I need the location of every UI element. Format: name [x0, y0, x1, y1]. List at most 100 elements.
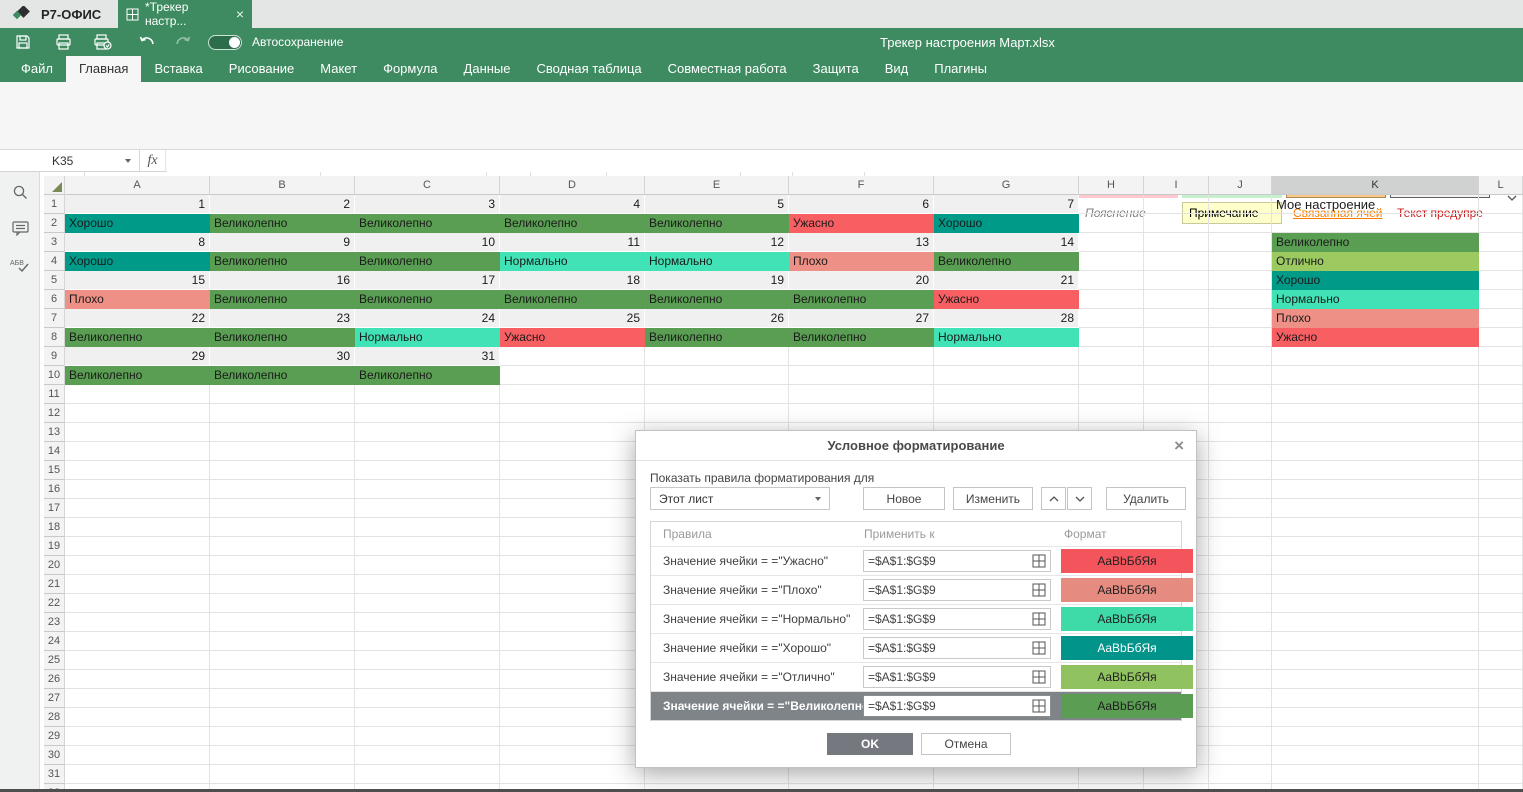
cell-F9[interactable] — [789, 347, 934, 366]
cell-B16[interactable] — [210, 480, 355, 499]
row-header-19[interactable]: 19 — [44, 537, 65, 556]
cell-C15[interactable] — [355, 461, 500, 480]
rule-row-5[interactable]: Значение ячейки = ="Великолепно"=$A$1:$G… — [651, 691, 1181, 720]
cell-H1[interactable] — [1079, 195, 1144, 214]
cell-A13[interactable] — [65, 423, 210, 442]
cell-B28[interactable] — [210, 708, 355, 727]
cell-D18[interactable] — [500, 518, 645, 537]
cell-J14[interactable] — [1209, 442, 1272, 461]
row-header-25[interactable]: 25 — [44, 651, 65, 670]
cell-I10[interactable] — [1144, 366, 1209, 385]
cell-B23[interactable] — [210, 613, 355, 632]
cell-D5[interactable]: 18 — [500, 271, 645, 290]
cell-B30[interactable] — [210, 746, 355, 765]
cell-L2[interactable] — [1479, 214, 1523, 233]
cell-I8[interactable] — [1144, 328, 1209, 347]
row-header-14[interactable]: 14 — [44, 442, 65, 461]
row-header-16[interactable]: 16 — [44, 480, 65, 499]
menu-tab-1[interactable]: Главная — [66, 56, 141, 82]
cell-L11[interactable] — [1479, 385, 1523, 404]
col-header-I[interactable]: I — [1144, 176, 1209, 195]
cell-H4[interactable] — [1079, 252, 1144, 271]
cell-I2[interactable] — [1144, 214, 1209, 233]
cell-K3[interactable]: Великолепно — [1272, 233, 1479, 252]
cell-C4[interactable]: Великолепно — [355, 252, 500, 271]
menu-tab-10[interactable]: Вид — [872, 56, 922, 82]
row-header-17[interactable]: 17 — [44, 499, 65, 518]
cell-D2[interactable]: Великолепно — [500, 214, 645, 233]
new-rule-button[interactable]: Новое — [863, 487, 945, 510]
cell-G5[interactable]: 21 — [934, 271, 1079, 290]
cell-B17[interactable] — [210, 499, 355, 518]
col-header-K[interactable]: K — [1272, 176, 1479, 195]
cell-A31[interactable] — [65, 765, 210, 784]
cell-D16[interactable] — [500, 480, 645, 499]
cell-H11[interactable] — [1079, 385, 1144, 404]
col-header-J[interactable]: J — [1209, 176, 1272, 195]
cell-C16[interactable] — [355, 480, 500, 499]
cell-K10[interactable] — [1272, 366, 1479, 385]
cell-K11[interactable] — [1272, 385, 1479, 404]
col-header-G[interactable]: G — [934, 176, 1079, 195]
name-box[interactable]: K35 — [44, 150, 140, 172]
cell-C17[interactable] — [355, 499, 500, 518]
cell-L8[interactable] — [1479, 328, 1523, 347]
row-header-7[interactable]: 7 — [44, 309, 65, 328]
cell-I9[interactable] — [1144, 347, 1209, 366]
row-header-18[interactable]: 18 — [44, 518, 65, 537]
cell-A2[interactable]: Хорошо — [65, 214, 210, 233]
cell-F6[interactable]: Великолепно — [789, 290, 934, 309]
cell-I11[interactable] — [1144, 385, 1209, 404]
cell-H8[interactable] — [1079, 328, 1144, 347]
cell-C3[interactable]: 10 — [355, 233, 500, 252]
row-header-13[interactable]: 13 — [44, 423, 65, 442]
cell-A8[interactable]: Великолепно — [65, 328, 210, 347]
cell-E11[interactable] — [645, 385, 789, 404]
row-header-12[interactable]: 12 — [44, 404, 65, 423]
cell-J25[interactable] — [1209, 651, 1272, 670]
cell-C21[interactable] — [355, 575, 500, 594]
delete-rule-button[interactable]: Удалить — [1106, 487, 1186, 510]
cell-C11[interactable] — [355, 385, 500, 404]
cell-L26[interactable] — [1479, 670, 1523, 689]
cell-B19[interactable] — [210, 537, 355, 556]
cell-C6[interactable]: Великолепно — [355, 290, 500, 309]
cell-L27[interactable] — [1479, 689, 1523, 708]
cell-K8[interactable]: Ужасно — [1272, 328, 1479, 347]
cell-L7[interactable] — [1479, 309, 1523, 328]
cell-G9[interactable] — [934, 347, 1079, 366]
cell-B7[interactable]: 23 — [210, 309, 355, 328]
cell-C28[interactable] — [355, 708, 500, 727]
cell-K30[interactable] — [1272, 746, 1479, 765]
cell-K9[interactable] — [1272, 347, 1479, 366]
cell-D7[interactable]: 25 — [500, 309, 645, 328]
move-rule-down-button[interactable] — [1067, 487, 1092, 510]
cell-A27[interactable] — [65, 689, 210, 708]
cell-L19[interactable] — [1479, 537, 1523, 556]
cell-L6[interactable] — [1479, 290, 1523, 309]
cell-J22[interactable] — [1209, 594, 1272, 613]
cell-K1[interactable]: Мое настроение — [1272, 195, 1479, 214]
cell-H12[interactable] — [1079, 404, 1144, 423]
ok-button[interactable]: OK — [827, 733, 913, 755]
cell-J6[interactable] — [1209, 290, 1272, 309]
cell-C9[interactable]: 31 — [355, 347, 500, 366]
cell-B26[interactable] — [210, 670, 355, 689]
row-header-27[interactable]: 27 — [44, 689, 65, 708]
menu-tab-9[interactable]: Защита — [800, 56, 872, 82]
cell-K16[interactable] — [1272, 480, 1479, 499]
cell-C2[interactable]: Великолепно — [355, 214, 500, 233]
cell-A18[interactable] — [65, 518, 210, 537]
cell-H9[interactable] — [1079, 347, 1144, 366]
cell-K5[interactable]: Хорошо — [1272, 271, 1479, 290]
row-header-9[interactable]: 9 — [44, 347, 65, 366]
cell-I7[interactable] — [1144, 309, 1209, 328]
rule-row-0[interactable]: Значение ячейки = ="Ужасно"=$A$1:$G$9AaB… — [651, 546, 1181, 575]
rule-range-input[interactable]: =$A$1:$G$9 — [863, 550, 1051, 572]
cell-C31[interactable] — [355, 765, 500, 784]
cell-C12[interactable] — [355, 404, 500, 423]
cell-E4[interactable]: Нормально — [645, 252, 789, 271]
row-header-2[interactable]: 2 — [44, 214, 65, 233]
col-header-A[interactable]: A — [65, 176, 210, 195]
cell-A25[interactable] — [65, 651, 210, 670]
